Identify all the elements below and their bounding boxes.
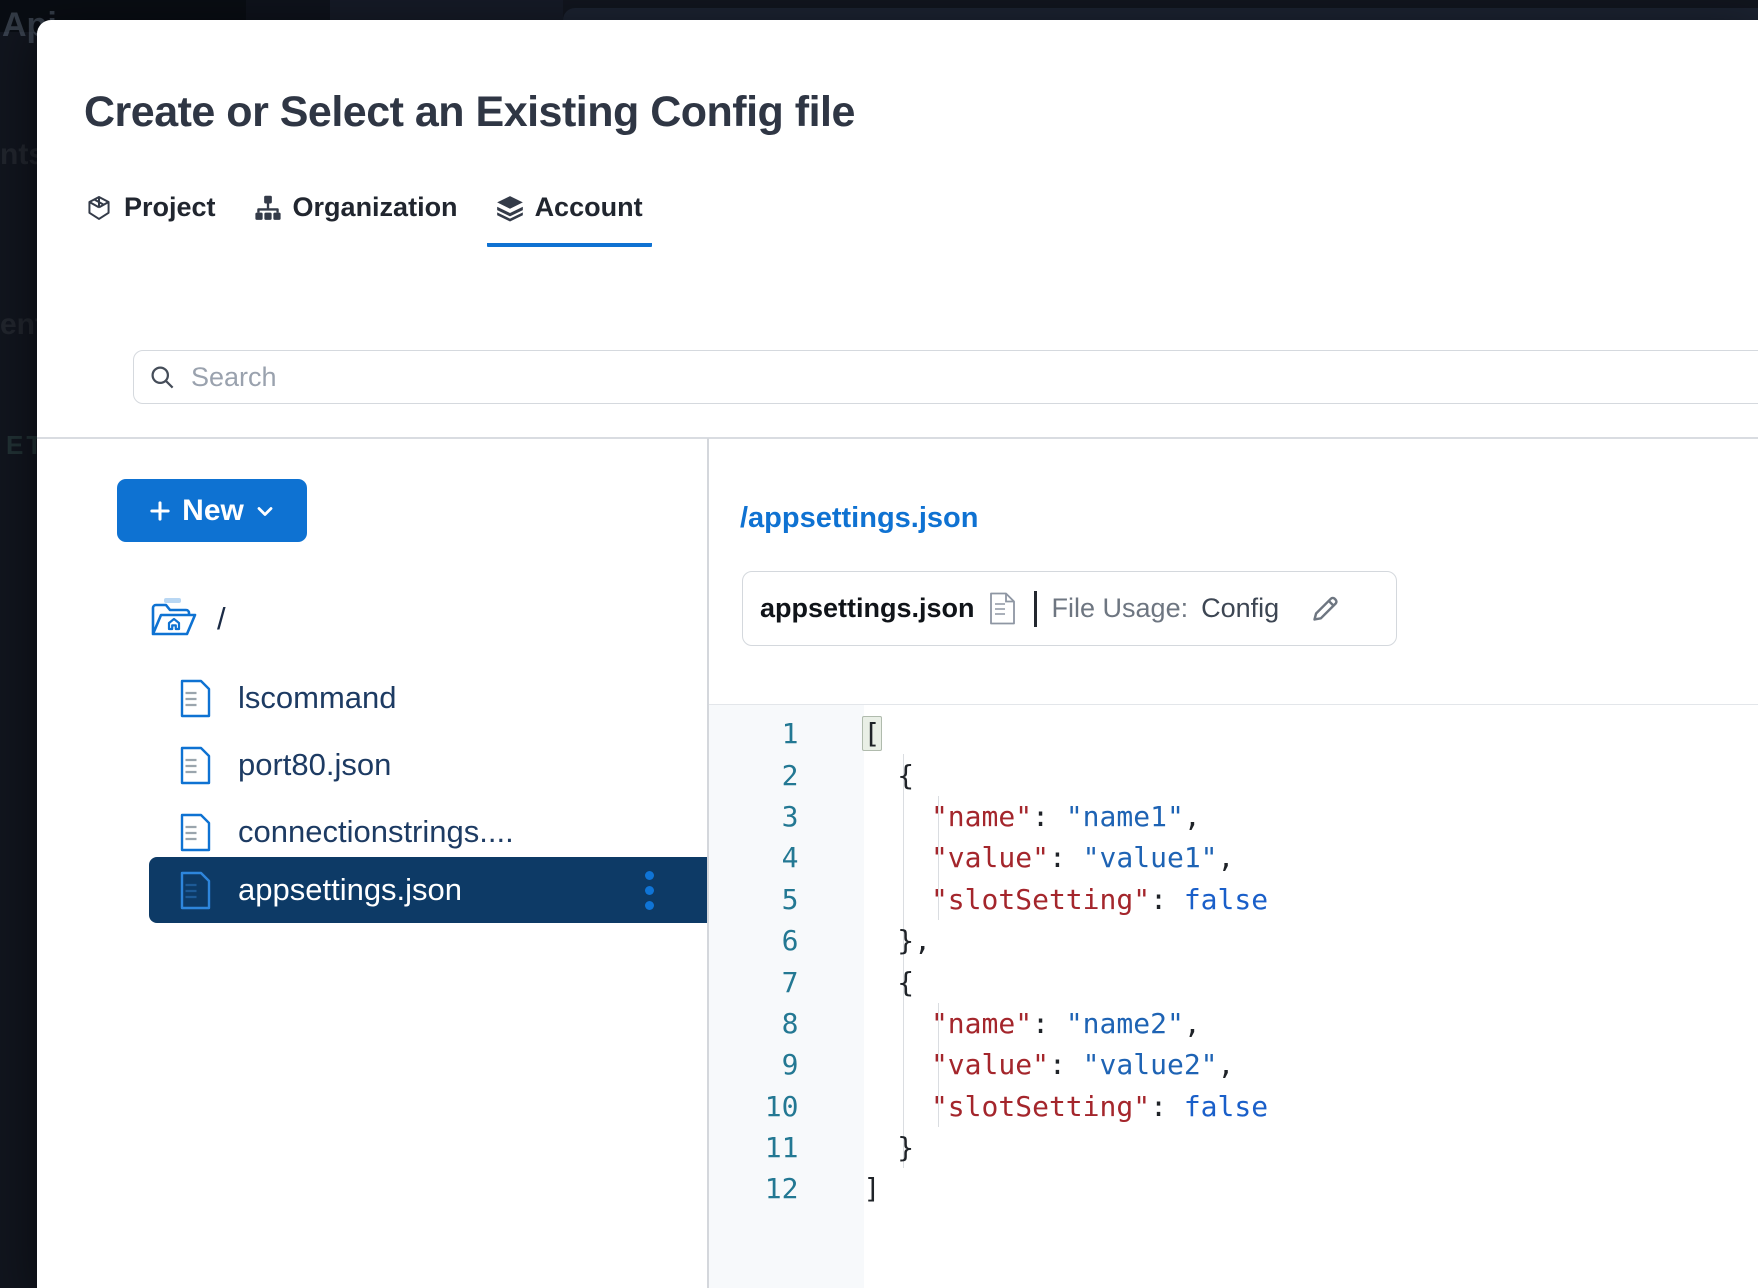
file-label: lscommand — [238, 680, 397, 716]
root-folder-label: / — [217, 601, 226, 637]
file-label: appsettings.json — [238, 872, 462, 908]
home-folder-icon — [149, 596, 197, 642]
horizontal-divider — [37, 437, 1758, 439]
code-text: }, — [864, 924, 931, 957]
code-text: [ — [864, 717, 881, 750]
code-line: 8 "name": "name2", — [709, 1003, 1758, 1044]
chip-separator — [1034, 591, 1037, 627]
code-text: } — [864, 1131, 915, 1164]
code-line: 6 }, — [709, 920, 1758, 961]
tab-organization[interactable]: Organization — [245, 188, 467, 247]
line-number: 7 — [709, 966, 864, 999]
code-text: ] — [864, 1172, 881, 1205]
code-line: 12] — [709, 1168, 1758, 1209]
file-icon — [180, 871, 211, 910]
line-number: 2 — [709, 759, 864, 792]
tab-account[interactable]: Account — [487, 188, 652, 247]
line-number: 9 — [709, 1048, 864, 1081]
code-editor[interactable]: 1[2 {3 "name": "name1",4 "value": "value… — [709, 704, 1758, 1288]
code-line: 3 "name": "name1", — [709, 796, 1758, 837]
line-number: 6 — [709, 924, 864, 957]
screen: Api nts ents ET Create or Select an Exis… — [0, 0, 1758, 1288]
file-info-chip: appsettings.json File Usage: Config — [742, 571, 1397, 646]
code-text: "slotSetting": false — [864, 883, 1269, 916]
new-button-label: New — [182, 494, 244, 528]
tab-bar: Project Organization — [76, 188, 652, 247]
code-line: 2 { — [709, 754, 1758, 795]
search-input[interactable] — [176, 362, 1758, 393]
file-usage-label: File Usage: — [1052, 593, 1189, 624]
layers-icon — [496, 194, 524, 222]
code-text: "value": "value2", — [864, 1048, 1235, 1081]
line-number: 10 — [709, 1090, 864, 1123]
tab-label: Account — [535, 192, 643, 223]
code-text: "name": "name1", — [864, 800, 1201, 833]
file-usage-value: Config — [1201, 593, 1279, 624]
code-line: 9 "value": "value2", — [709, 1044, 1758, 1085]
file-item-3[interactable]: connectionstrings.... — [149, 804, 707, 860]
chip-filename: appsettings.json — [760, 593, 975, 624]
line-number: 1 — [709, 717, 864, 750]
tab-project[interactable]: Project — [76, 188, 225, 247]
code-lines: 1[2 {3 "name": "name1",4 "value": "value… — [709, 713, 1758, 1210]
line-number: 11 — [709, 1131, 864, 1164]
code-line: 5 "slotSetting": false — [709, 879, 1758, 920]
file-label: port80.json — [238, 747, 391, 783]
chevron-down-icon — [253, 499, 277, 523]
code-line: 10 "slotSetting": false — [709, 1086, 1758, 1127]
search-icon — [149, 364, 176, 391]
search-bar — [133, 350, 1758, 404]
tab-label: Project — [124, 192, 216, 223]
tab-label: Organization — [293, 192, 458, 223]
file-icon — [180, 813, 211, 852]
file-item-1[interactable]: lscommand — [149, 670, 707, 726]
file-icon — [180, 746, 211, 785]
code-line: 4 "value": "value1", — [709, 837, 1758, 878]
edit-pencil-icon[interactable] — [1310, 593, 1341, 624]
page-title: Create or Select an Existing Config file — [84, 88, 855, 137]
code-line: 7 { — [709, 961, 1758, 1002]
plus-icon — [147, 498, 173, 524]
code-text: "name": "name2", — [864, 1007, 1201, 1040]
code-text: "value": "value1", — [864, 841, 1235, 874]
code-line: 11 } — [709, 1127, 1758, 1168]
document-icon — [989, 592, 1016, 625]
line-number: 3 — [709, 800, 864, 833]
code-line: 1[ — [709, 713, 1758, 754]
code-text: { — [864, 966, 915, 999]
file-path-title[interactable]: /appsettings.json — [740, 502, 978, 535]
root-folder-row[interactable]: / — [149, 592, 226, 646]
config-file-modal: Create or Select an Existing Config file… — [37, 20, 1758, 1288]
file-item-2[interactable]: port80.json — [149, 737, 707, 793]
new-button[interactable]: New — [117, 479, 307, 542]
code-text: "slotSetting": false — [864, 1090, 1269, 1123]
line-number: 4 — [709, 841, 864, 874]
file-item-4[interactable]: appsettings.json — [149, 857, 707, 923]
line-number: 5 — [709, 883, 864, 916]
file-icon — [180, 679, 211, 718]
cube-icon — [85, 194, 113, 222]
line-number: 12 — [709, 1172, 864, 1205]
file-label: connectionstrings.... — [238, 814, 514, 850]
code-text: { — [864, 759, 915, 792]
kebab-menu-icon[interactable] — [638, 857, 660, 923]
line-number: 8 — [709, 1007, 864, 1040]
org-chart-icon — [254, 194, 282, 222]
